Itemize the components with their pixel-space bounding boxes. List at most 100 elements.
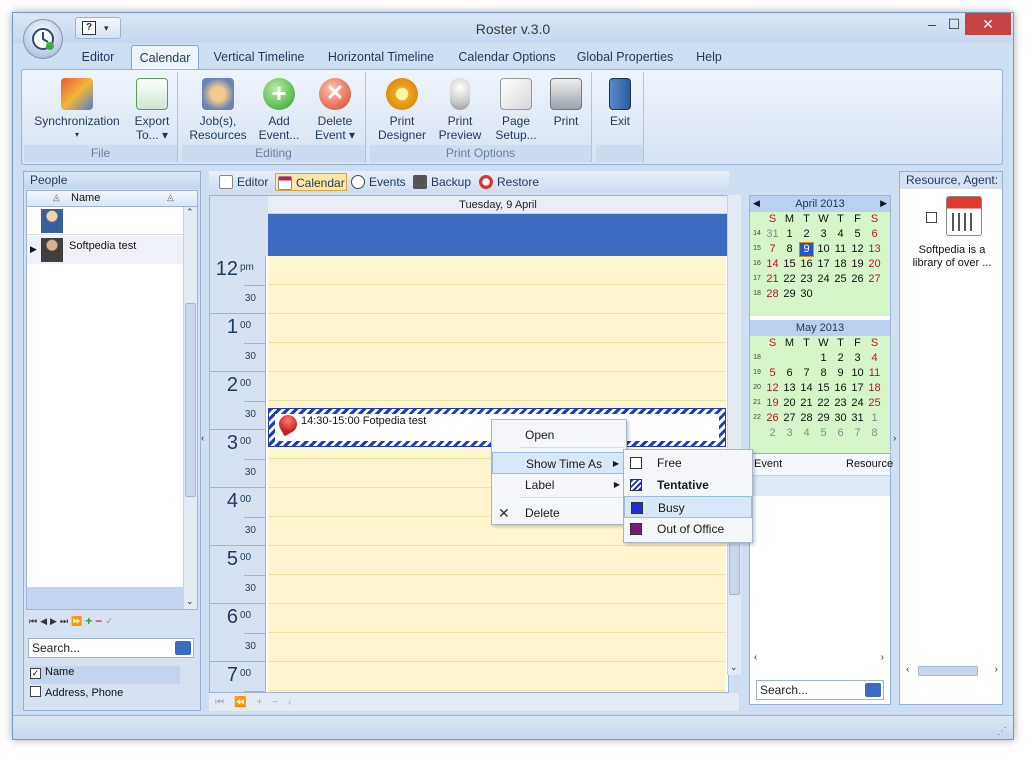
- events-search-input[interactable]: Search...: [756, 680, 884, 700]
- calendar-day[interactable]: 4: [868, 352, 881, 365]
- calendar-day[interactable]: 12: [851, 243, 864, 256]
- calendar-day[interactable]: 11: [834, 243, 847, 256]
- prev-month-icon[interactable]: ◀: [753, 198, 760, 209]
- remove-icon[interactable]: −: [272, 697, 278, 708]
- time-slot[interactable]: [268, 372, 726, 401]
- calendar-day[interactable]: 9: [834, 367, 847, 380]
- close-button[interactable]: ✕: [965, 13, 1011, 35]
- calendar-day[interactable]: 10: [817, 243, 830, 256]
- calendar-day[interactable]: 19: [766, 397, 779, 410]
- calendar-day[interactable]: 13: [783, 382, 796, 395]
- print-designer-button[interactable]: Print Designer: [374, 78, 430, 142]
- calendar-day[interactable]: 8: [817, 367, 830, 380]
- calendar-day[interactable]: 4: [800, 427, 813, 440]
- add-event-button[interactable]: + Add Event...: [252, 78, 306, 142]
- calendar-day[interactable]: 14: [800, 382, 813, 395]
- calendar-day[interactable]: 8: [868, 427, 881, 440]
- calendar-day[interactable]: 1: [817, 352, 830, 365]
- collapse-left-icon[interactable]: ‹: [201, 433, 204, 444]
- calendar-day[interactable]: 16: [834, 382, 847, 395]
- scroll-right-icon[interactable]: ›: [881, 652, 884, 663]
- calendar-day[interactable]: 5: [817, 427, 830, 440]
- app-menu-button[interactable]: [23, 19, 63, 59]
- scroll-up-icon[interactable]: ⌃: [186, 207, 194, 218]
- calendar-day[interactable]: 21: [766, 273, 779, 286]
- menu-item-delete[interactable]: ✕ Delete: [492, 502, 626, 524]
- next-page-icon[interactable]: ⏩: [71, 616, 82, 627]
- calendar-day[interactable]: 23: [834, 397, 847, 410]
- calendar-day[interactable]: 3: [817, 228, 830, 241]
- filter-address-checkbox[interactable]: Address, Phone: [30, 686, 180, 704]
- binoculars-icon[interactable]: [175, 641, 191, 655]
- first-icon[interactable]: ⏮: [215, 697, 224, 708]
- calendar-day[interactable]: 6: [868, 228, 881, 241]
- calendar-day[interactable]: 8: [783, 243, 796, 256]
- menu-item-busy[interactable]: Busy: [624, 496, 752, 518]
- view-calendar-button[interactable]: Calendar: [275, 173, 347, 191]
- calendar-day[interactable]: 28: [800, 412, 813, 425]
- calendar-day[interactable]: 28: [766, 288, 779, 301]
- calendar-day[interactable]: 29: [817, 412, 830, 425]
- calendar-day[interactable]: 20: [868, 258, 881, 271]
- calendar-day[interactable]: 16: [800, 258, 813, 271]
- calendar-day[interactable]: 10: [851, 367, 864, 380]
- next-month-icon[interactable]: ▶: [880, 198, 887, 209]
- events-hscroll[interactable]: ‹ ›: [752, 652, 888, 666]
- all-day-area[interactable]: [268, 214, 728, 256]
- calendar-day[interactable]: 30: [800, 288, 813, 301]
- scroll-thumb[interactable]: [185, 303, 196, 497]
- calendar-day[interactable]: 5: [851, 228, 864, 241]
- view-events-button[interactable]: Events: [349, 173, 409, 191]
- time-slot[interactable]: [268, 633, 726, 662]
- exit-button[interactable]: Exit: [598, 78, 642, 128]
- view-editor-button[interactable]: Editor: [217, 173, 273, 191]
- calendar-day[interactable]: 18: [834, 258, 847, 271]
- calendar-day[interactable]: 30: [834, 412, 847, 425]
- time-slot[interactable]: [268, 285, 726, 314]
- people-scrollbar[interactable]: ⌃ ⌄: [183, 207, 197, 609]
- schedule-scrollbar[interactable]: ⌄: [727, 195, 741, 675]
- calendar-day[interactable]: 29: [783, 288, 796, 301]
- tab-calendar[interactable]: Calendar: [131, 45, 199, 69]
- menu-item-show-time-as[interactable]: Show Time As ▶: [492, 452, 626, 474]
- calendar-day[interactable]: 19: [851, 258, 864, 271]
- calendar-day[interactable]: 7: [800, 367, 813, 380]
- restore-button[interactable]: Restore: [477, 173, 543, 191]
- menu-item-tentative[interactable]: Tentative: [624, 474, 752, 496]
- calendar-day[interactable]: 17: [817, 258, 830, 271]
- column-name[interactable]: Name: [71, 192, 100, 204]
- delete-record-icon[interactable]: −: [95, 614, 102, 628]
- calendar-day[interactable]: 20: [783, 397, 796, 410]
- calendar-day[interactable]: 2: [834, 352, 847, 365]
- calendar-day[interactable]: 4: [834, 228, 847, 241]
- calendar-day[interactable]: 6: [783, 367, 796, 380]
- calendar-day[interactable]: 25: [834, 273, 847, 286]
- calendar-day[interactable]: 24: [817, 273, 830, 286]
- scroll-right-icon[interactable]: ›: [995, 664, 998, 675]
- prev-record-icon[interactable]: ◀: [40, 616, 47, 627]
- calendar-day[interactable]: 31: [851, 412, 864, 425]
- collapse-right-icon[interactable]: ›: [893, 433, 896, 444]
- left-icon[interactable]: ‹: [288, 697, 291, 708]
- column-resource[interactable]: Resource: [846, 458, 893, 470]
- menu-item-open[interactable]: Open: [492, 424, 626, 446]
- scroll-down-icon[interactable]: ⌄: [186, 596, 194, 607]
- time-slot[interactable]: [268, 575, 726, 604]
- add-icon[interactable]: +: [256, 697, 262, 708]
- calendar-day[interactable]: 22: [817, 397, 830, 410]
- calendar-day[interactable]: 9: [799, 242, 814, 257]
- calendar-day[interactable]: 1: [868, 412, 881, 425]
- calendar-day[interactable]: 5: [766, 367, 779, 380]
- export-button[interactable]: Export To... ▾: [128, 78, 176, 142]
- tab-calendar-options[interactable]: Calendar Options: [455, 45, 559, 69]
- tab-vertical-timeline[interactable]: Vertical Timeline: [207, 45, 311, 69]
- add-record-icon[interactable]: +: [85, 614, 92, 628]
- scroll-left-icon[interactable]: ‹: [906, 664, 909, 675]
- check-icon[interactable]: ✓: [105, 616, 113, 627]
- first-record-icon[interactable]: ⏮: [29, 616, 37, 627]
- tab-horizontal-timeline[interactable]: Horizontal Timeline: [323, 45, 439, 69]
- calendar-day[interactable]: 11: [868, 367, 881, 380]
- calendar-day[interactable]: 1: [783, 228, 796, 241]
- jobs-resources-button[interactable]: Job(s), Resources: [188, 78, 248, 142]
- calendar-day[interactable]: 18: [868, 382, 881, 395]
